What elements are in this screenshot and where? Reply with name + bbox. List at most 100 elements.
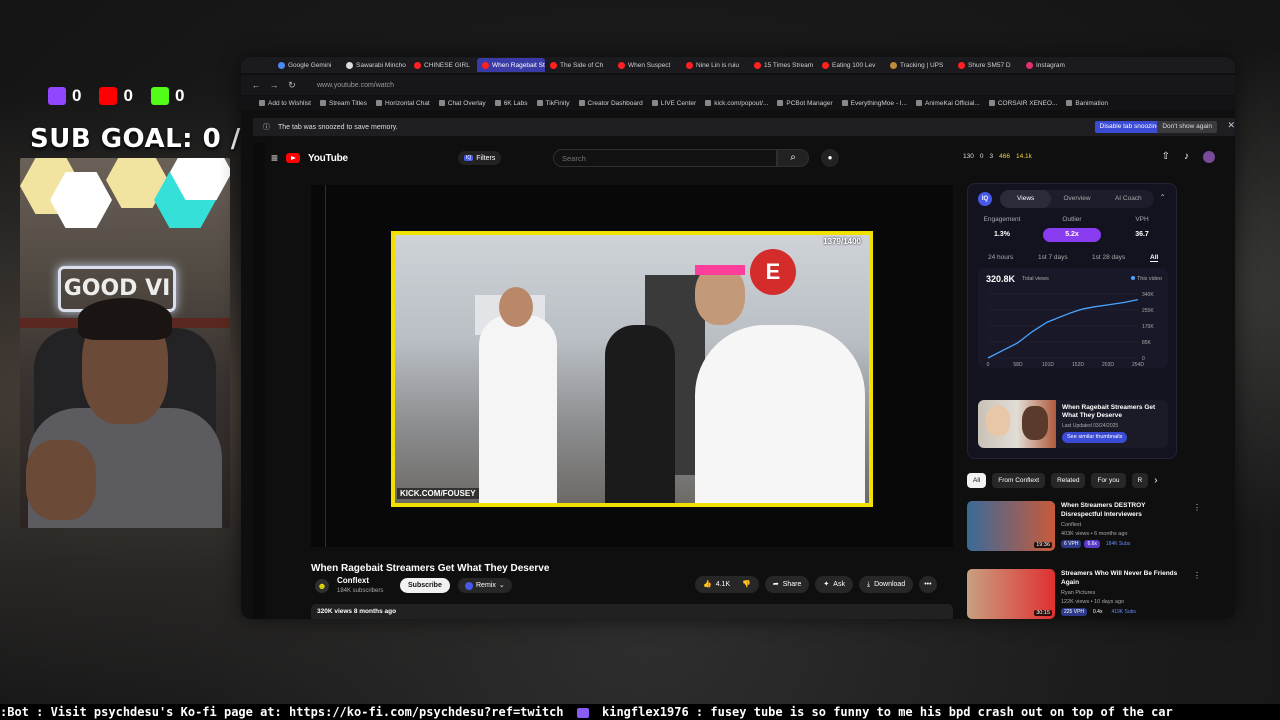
- back-icon[interactable]: ←: [251, 80, 261, 90]
- chip-all[interactable]: All: [967, 473, 987, 488]
- recommendation-title[interactable]: When Streamers DESTROY Disrespectful Int…: [1061, 501, 1187, 519]
- avatar[interactable]: [1203, 151, 1215, 163]
- chip-more[interactable]: R: [1131, 473, 1149, 488]
- bookmark-item[interactable]: TikFinity: [536, 100, 570, 107]
- recommendation-channel[interactable]: Conflext: [1061, 522, 1081, 528]
- range-7d[interactable]: 1st 7 days: [1038, 254, 1068, 261]
- disable-snoozing-button[interactable]: Disable tab snoozing: [1094, 121, 1165, 133]
- bell-icon[interactable]: ♪: [1184, 151, 1189, 163]
- browser-tab[interactable]: Google Gemini: [273, 58, 341, 72]
- bookmark-icon: [494, 100, 501, 106]
- close-icon[interactable]: ✕: [1227, 120, 1235, 131]
- channel-subscribers: 184K subscribers: [337, 588, 384, 594]
- forward-icon[interactable]: →: [269, 80, 279, 90]
- more-icon: •••: [924, 581, 932, 588]
- metric-label: Engagement: [983, 216, 1021, 223]
- bookmark-item[interactable]: 6K Labs: [494, 100, 528, 107]
- bookmark-item[interactable]: PCBot Manager: [777, 100, 833, 107]
- browser-tab[interactable]: The Side of Ch: [545, 58, 613, 72]
- tab-ai-coach[interactable]: AI Coach: [1103, 190, 1154, 208]
- bookmark-item[interactable]: Stream Titles: [320, 100, 367, 107]
- browser-tab[interactable]: Tracking | UPS: [885, 58, 953, 72]
- tab-favicon-icon: [686, 61, 693, 69]
- bookmark-item[interactable]: Horizontal Chat: [375, 100, 430, 107]
- browser-tab[interactable]: Eating 100 Lev: [817, 58, 885, 72]
- browser-tab[interactable]: Sawarabi Mincho: [341, 58, 409, 72]
- tab-favicon-icon: [346, 61, 353, 69]
- dislike-icon[interactable]: 👎: [742, 576, 751, 593]
- youtube-logo-text[interactable]: YouTube: [308, 153, 348, 164]
- views-chart: 320.8K Total views This video 340K 255K 17…: [978, 268, 1168, 368]
- bookmark-item[interactable]: EverythingMoe - I...: [841, 100, 907, 107]
- create-icon[interactable]: ⇧: [1162, 151, 1170, 163]
- microphone-icon[interactable]: ●: [821, 149, 839, 167]
- search-icon[interactable]: ⌕: [777, 149, 809, 167]
- filters-button[interactable]: IQ Filters: [458, 151, 502, 165]
- tab-favicon-icon: [482, 61, 489, 69]
- chat-ticker: :Bot : Visit psychdesu's Ko-fi page at: …: [0, 704, 1280, 720]
- like-button[interactable]: 👍 4.1K 👎: [695, 576, 759, 593]
- recommendation-channel[interactable]: Ryan Pictures: [1061, 590, 1095, 596]
- bookmark-item[interactable]: LIVE Center: [651, 100, 696, 107]
- similar-thumbnails-button[interactable]: See similar thumbnails: [1062, 432, 1128, 443]
- menu-icon[interactable]: ≡: [271, 151, 278, 165]
- chip-from-channel[interactable]: From Conflext: [992, 473, 1046, 488]
- person-middle: [605, 325, 675, 503]
- bookmark-item[interactable]: kick.com/popout/...: [705, 100, 768, 107]
- ticker-message: kingflex1976 : fusey tube is so funny to…: [602, 705, 1173, 719]
- recommendation-item[interactable]: 30:15 Streamers Who Will Never Be Friend…: [967, 569, 1207, 619]
- expo-sign: E: [750, 249, 796, 295]
- recommendation-thumbnail[interactable]: 30:15: [967, 569, 1055, 619]
- dont-show-again-button[interactable]: Don't show again: [1157, 121, 1217, 133]
- video-player[interactable]: E 1379/1400 KICK.COM/FOUSEY: [311, 185, 953, 547]
- range-28d[interactable]: 1st 28 days: [1092, 254, 1125, 261]
- bookmark-item[interactable]: Creator Dashboard: [578, 100, 643, 107]
- chevron-right-icon[interactable]: ›: [1154, 475, 1157, 486]
- channel-name[interactable]: Conflext: [337, 576, 369, 585]
- bookmark-item[interactable]: Add to Wishlist: [259, 100, 311, 107]
- thumbnail-image[interactable]: [978, 400, 1056, 448]
- more-button[interactable]: •••: [919, 576, 937, 593]
- metric-label: Outlier: [1062, 216, 1082, 223]
- browser-tab[interactable]: Nine Lin is ruiu: [681, 58, 749, 72]
- bookmark-item[interactable]: CORSAIR XENEO...: [988, 100, 1057, 107]
- remix-button[interactable]: Remix ⌄: [458, 578, 512, 593]
- url-field[interactable]: www.youtube.com/watch: [317, 82, 394, 89]
- recommendation-title[interactable]: Streamers Who Will Never Be Friends Agai…: [1061, 569, 1187, 587]
- recommendation-thumbnail[interactable]: 19:36: [967, 501, 1055, 551]
- browser-tab[interactable]: 15 Times Stream: [749, 58, 817, 72]
- reload-icon[interactable]: ↻: [287, 80, 297, 91]
- download-button[interactable]: ⤓ Download: [858, 576, 914, 593]
- tab-favicon-icon: [958, 61, 965, 69]
- browser-tab[interactable]: Shure SM57 D: [953, 58, 1021, 72]
- more-vert-icon[interactable]: ⋮: [1193, 503, 1201, 512]
- recommendation-item[interactable]: 19:36 When Streamers DESTROY Disrespectf…: [967, 501, 1207, 559]
- browser-sidebar: [253, 143, 265, 619]
- tab-overview[interactable]: Overview: [1051, 190, 1102, 208]
- bookmark-item[interactable]: AnimeKai Official...: [916, 100, 980, 107]
- share-button[interactable]: ➦ Share: [764, 576, 810, 593]
- bookmark-item[interactable]: Banimation: [1066, 100, 1108, 107]
- video-frame[interactable]: E 1379/1400 KICK.COM/FOUSEY: [391, 231, 873, 507]
- tab-views[interactable]: Views: [1000, 190, 1052, 208]
- range-all[interactable]: All: [1150, 254, 1159, 262]
- chip-related[interactable]: Related: [1051, 473, 1086, 488]
- subscribe-button[interactable]: Subscribe: [400, 578, 450, 593]
- chip-for-you[interactable]: For you: [1091, 473, 1126, 488]
- browser-tab[interactable]: When Ragebait Strea: [477, 58, 545, 72]
- browser-tab[interactable]: CHINESE GIRL: [409, 58, 477, 72]
- bookmark-item[interactable]: Chat Overlay: [438, 100, 486, 107]
- address-bar: ← → ↻ www.youtube.com/watch: [241, 75, 1235, 105]
- webcam-feed: GOOD VI: [20, 158, 230, 528]
- chevron-up-icon[interactable]: ⌃: [1159, 193, 1166, 202]
- description-box[interactable]: 320K views 8 months ago: [311, 604, 953, 619]
- range-24h[interactable]: 24 hours: [988, 254, 1013, 261]
- bookmark-icon: [916, 100, 923, 106]
- channel-avatar[interactable]: ☻: [315, 579, 329, 593]
- ask-button[interactable]: ✦ Ask: [815, 576, 853, 593]
- more-vert-icon[interactable]: ⋮: [1193, 571, 1201, 580]
- browser-tab[interactable]: When Suspect: [613, 58, 681, 72]
- browser-tab[interactable]: Instagram: [1021, 58, 1089, 72]
- youtube-logo-icon[interactable]: [286, 153, 301, 163]
- search-input[interactable]: [553, 149, 777, 167]
